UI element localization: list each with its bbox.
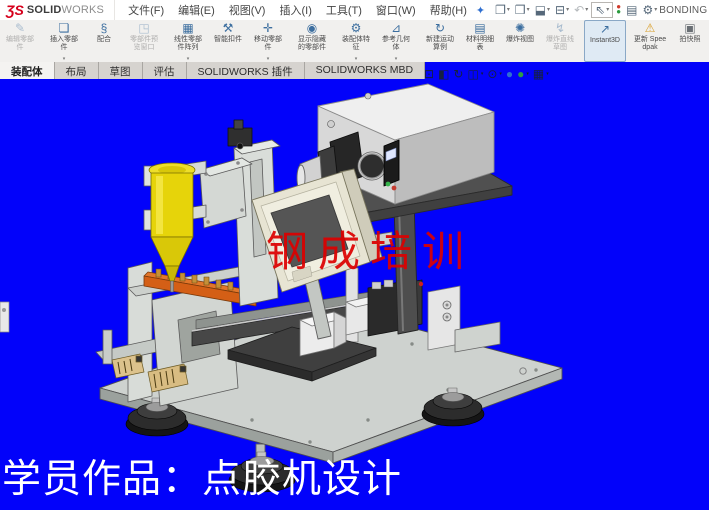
student-work-caption: 学员作品：点胶机设计 [2,448,402,504]
component-preview-window-icon: ◳ [138,21,149,35]
dropdown-caret-icon[interactable]: ▾ [526,68,529,80]
dropdown-caret-icon[interactable]: ▾ [654,4,657,16]
dropdown-caret-icon[interactable]: ▾ [527,4,530,16]
solidworks-window: ƷS SOLID WORKS 文件(F) 编辑(E) 视图(V) 插入(I) 工… [0,0,709,510]
exploded-view-button[interactable]: ✺爆炸视图 [500,20,540,62]
dropdown-caret-icon[interactable]: ▾ [585,4,588,16]
smart-fasteners-button[interactable]: ⚒智能扣件 [208,20,248,62]
section-view-icon[interactable]: ◧ [438,68,449,80]
brand-name-light: WORKS [62,4,105,16]
display-pane-icon[interactable]: ▤ [624,3,639,17]
document-title: BONDING HEAD WITH ZYZ [659,5,709,16]
zoom-fit-icon[interactable]: ⊡ [424,68,434,80]
tab-solidworks-addins[interactable]: SOLIDWORKS 插件 [187,62,305,79]
menu-tools[interactable]: 工具(T) [319,0,369,21]
undo-icon[interactable]: ↶▾ [572,3,590,17]
menu-help[interactable]: 帮助(H) [423,0,474,21]
menu-bar: ƷS SOLID WORKS 文件(F) 编辑(E) 视图(V) 插入(I) 工… [0,0,709,21]
quick-access-toolbar: ❐▾ ❒▾ ⬓▾ ⊟▾ ↶▾ ⇖▾ ● ▤ ⚙▾ [493,1,659,19]
show-hidden-components-button[interactable]: ◉显示隐藏的零部件 [292,20,332,62]
move-component-button[interactable]: ✛移动零部件▾ [248,20,288,62]
new-document-icon[interactable]: ❐▾ [493,3,512,17]
assembly-features-button[interactable]: ⚙装配体特征▾ [336,20,376,62]
model-right-bracket [428,286,500,352]
new-motion-study-icon: ↻ [435,21,445,35]
apply-scene-icon[interactable]: ●▾ [517,68,529,80]
show-hidden-components-icon: ◉ [307,21,317,35]
dropdown-caret-icon[interactable]: ▾ [499,68,502,80]
reference-geometry-button[interactable]: ⊿参考几何体▾ [376,20,416,62]
edit-component-icon: ✎ [15,21,25,35]
take-snapshot-icon: ▣ [684,21,695,35]
save-icon[interactable]: ⬓▾ [533,3,552,17]
new-motion-study-button[interactable]: ↻新建运动算例 [420,20,460,62]
options-gear-icon[interactable]: ⚙▾ [640,3,659,17]
display-style-icon[interactable]: ◫▾ [467,68,483,80]
brand-mark: ƷS [6,2,24,18]
menu-view[interactable]: 视图(V) [222,0,273,21]
smart-fasteners-icon: ⚒ [223,21,234,35]
menu-window[interactable]: 窗口(W) [369,0,423,21]
menu-edit[interactable]: 编辑(E) [171,0,222,21]
explode-line-sketch-icon: ↯ [555,21,565,35]
insert-components-icon: ❏ [59,21,70,35]
rotate-view-icon[interactable]: ↻ [453,68,463,80]
bill-of-materials-button[interactable]: ▤材料明细表 [460,20,500,62]
edit-component-button[interactable]: ✎编辑零部件 [0,20,40,62]
insert-components-button[interactable]: ❏插入零部件▾ [44,20,84,62]
dropdown-caret-icon[interactable]: ▾ [546,68,549,80]
instant3d-button[interactable]: ↗Instant3D [584,20,626,62]
model-canvas [0,62,709,510]
exploded-view-icon: ✺ [515,21,525,35]
commandmanager-tabs: 装配体 布局 草图 评估 SOLIDWORKS 插件 SOLIDWORKS MB… [0,62,425,79]
mate-icon: § [101,21,108,35]
pin-menu-icon[interactable]: ✦ [476,4,485,17]
dropdown-caret-icon[interactable]: ▾ [606,4,609,16]
dropdown-caret-icon[interactable]: ▾ [547,4,550,16]
update-speedpak-button[interactable]: ⚠更新 Speedpak [630,20,670,62]
tab-sketch[interactable]: 草图 [99,62,143,79]
dropdown-caret-icon[interactable]: ▾ [566,4,569,16]
assembly-features-icon: ⚙ [351,21,362,35]
edit-appearance-icon[interactable]: ● [506,68,513,80]
print-icon[interactable]: ⊟▾ [553,3,571,17]
mate-button[interactable]: §配合 [84,20,124,62]
linear-component-pattern-icon: ▦ [182,21,193,35]
model-left-edge-part [0,302,9,332]
instant3d-icon: ↗ [600,22,610,36]
hide-show-items-icon[interactable]: ⊙▾ [487,68,502,80]
open-document-icon[interactable]: ❒▾ [513,3,532,17]
graphics-viewport[interactable]: 装配体 布局 草图 评估 SOLIDWORKS 插件 SOLIDWORKS MB… [0,62,709,510]
explode-line-sketch-button[interactable]: ↯爆炸直线草图 [540,20,580,62]
component-preview-window-button[interactable]: ◳零部件预览窗口 [124,20,164,62]
bill-of-materials-icon: ▤ [474,21,485,35]
selection-filter-icon[interactable]: ● [614,1,623,19]
move-component-icon: ✛ [263,21,273,35]
solidworks-logo: ƷS SOLID WORKS [0,0,115,20]
heads-up-view-toolbar: ⊡ ◧ ↻ ◫▾ ⊙▾ ● ●▾ ▦▾ [424,66,549,82]
dropdown-caret-icon[interactable]: ▾ [507,4,510,16]
reference-geometry-icon: ⊿ [391,21,401,35]
command-ribbon: ✎编辑零部件 ❏插入零部件▾ §配合 ◳零部件预览窗口 ▦线性零部件阵列▾ ⚒智… [0,20,709,63]
brand-name-bold: SOLID [27,4,62,16]
tab-evaluate[interactable]: 评估 [143,62,187,79]
select-cursor-icon[interactable]: ⇖▾ [591,2,613,18]
menu-file[interactable]: 文件(F) [121,0,171,21]
update-speedpak-icon: ⚠ [645,21,656,35]
linear-component-pattern-button[interactable]: ▦线性零部件阵列▾ [168,20,208,62]
view-settings-icon[interactable]: ▦▾ [533,68,549,80]
menu-items: 文件(F) 编辑(E) 视图(V) 插入(I) 工具(T) 窗口(W) 帮助(H… [121,0,474,21]
tab-layout[interactable]: 布局 [55,62,99,79]
tab-solidworks-mbd[interactable]: SOLIDWORKS MBD [305,62,425,79]
menu-insert[interactable]: 插入(I) [272,0,318,21]
training-watermark: 钢成培训 [266,218,474,279]
dropdown-caret-icon[interactable]: ▾ [481,68,484,80]
take-snapshot-button[interactable]: ▣拍快照 [670,20,709,62]
tab-assembly[interactable]: 装配体 [0,62,55,79]
